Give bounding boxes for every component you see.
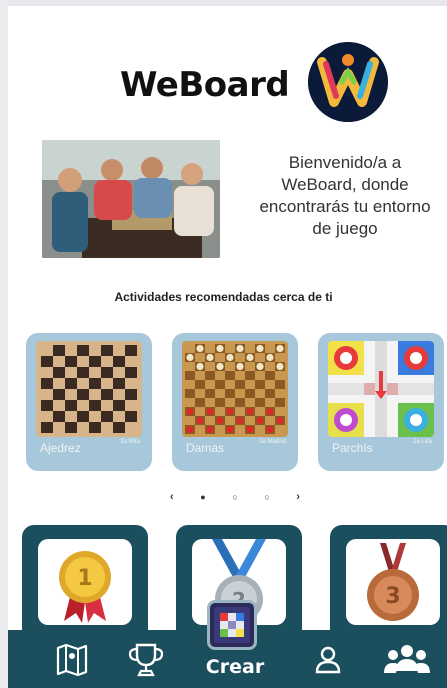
carousel-dot[interactable]: ○: [232, 492, 237, 502]
carousel-next-button[interactable]: ›: [296, 491, 300, 503]
checkers-board-icon: [182, 341, 288, 437]
app-header: WeBoard: [120, 40, 420, 130]
activity-location: 3a Madrid: [259, 439, 286, 445]
map-icon: [56, 643, 88, 677]
crear-label: Crear: [205, 656, 265, 678]
activity-location: 2a Mito: [120, 439, 140, 445]
carousel-dot[interactable]: ○: [264, 492, 269, 502]
trophy-icon: [128, 643, 164, 677]
activities-carousel[interactable]: Ajedrez 2a Mito Damas 3a Madrid Parchís …: [0, 333, 447, 473]
weboard-logo-icon: [308, 42, 388, 122]
nav-map-button[interactable]: [50, 638, 94, 682]
carousel-dot-active[interactable]: ●: [200, 492, 205, 502]
profile-icon: [315, 646, 341, 674]
activity-card-parchis[interactable]: Parchís 2a Lilla: [318, 333, 444, 471]
welcome-line: Bienvenido/a a: [288, 153, 402, 172]
app-title: WeBoard: [120, 65, 290, 105]
nav-group-button[interactable]: [380, 638, 434, 682]
recommended-activities-title: Actividades recomendadas cerca de ti: [114, 290, 333, 304]
group-icon: [384, 645, 430, 673]
activity-card-damas[interactable]: Damas 3a Madrid: [172, 333, 298, 471]
activity-card-ajedrez[interactable]: Ajedrez 2a Mito: [26, 333, 152, 471]
achievement-card[interactable]: 3: [330, 525, 447, 645]
carousel-indicator: ‹ ● ○ ○ ›: [170, 490, 300, 504]
window-top-border: [0, 0, 447, 6]
activity-location: 2a Lilla: [412, 439, 432, 445]
parchis-board-icon: [328, 341, 434, 437]
friends-playing-photo: [42, 140, 220, 258]
chess-board-icon: [36, 341, 142, 437]
achievement-card[interactable]: 1: [22, 525, 148, 645]
welcome-line: encontrarás tu entorno: [259, 197, 431, 216]
medal-number: 1: [77, 566, 92, 591]
welcome-line: de juego: [312, 219, 378, 238]
activity-name: Damas: [186, 441, 225, 455]
board-game-icon[interactable]: [207, 600, 257, 650]
gold-medal-icon: 1: [59, 551, 111, 623]
medal-number: 3: [385, 584, 400, 609]
nav-profile-button[interactable]: [306, 638, 350, 682]
nav-trophy-button[interactable]: [124, 638, 168, 682]
achievement-card-inner: 3: [346, 539, 440, 625]
achievement-card-inner: 1: [38, 539, 132, 625]
activity-name: Ajedrez: [40, 441, 81, 455]
welcome-line: WeBoard, donde: [281, 175, 409, 194]
bronze-medal-icon: 3: [367, 543, 419, 621]
carousel-prev-button[interactable]: ‹: [170, 491, 174, 503]
activity-name: Parchís: [332, 441, 373, 455]
welcome-message: Bienvenido/a a WeBoard, donde encontrará…: [240, 152, 447, 240]
